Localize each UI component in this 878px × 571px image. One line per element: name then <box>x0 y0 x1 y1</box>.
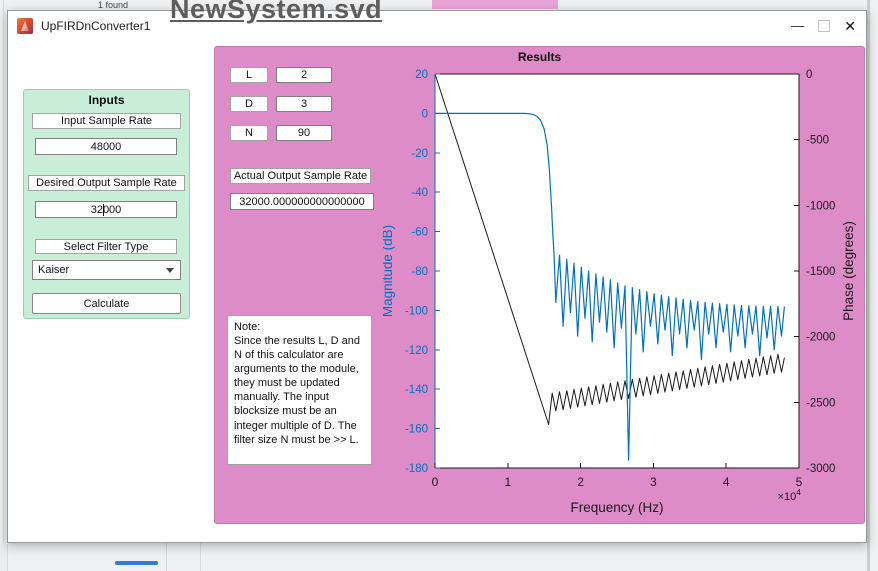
x-axis-exponent: ×104 <box>778 487 802 503</box>
param-L-value[interactable]: 2 <box>276 67 332 83</box>
svg-text:-180: -180 <box>405 463 428 475</box>
svg-text:-1500: -1500 <box>806 266 835 278</box>
svg-text:1: 1 <box>504 475 511 489</box>
left-axis-label: Magnitude (dB) <box>383 225 395 317</box>
svg-text:-100: -100 <box>405 305 428 317</box>
svg-text:-160: -160 <box>405 424 428 436</box>
output-sample-rate-value: 32000 <box>91 204 122 216</box>
filter-type-label: Select Filter Type <box>35 239 177 254</box>
window-controls: — ✕ <box>791 11 856 41</box>
actual-output-rate-label: Actual Output Sample Rate <box>230 168 371 184</box>
svg-text:-1000: -1000 <box>806 200 835 212</box>
svg-text:2: 2 <box>577 475 584 489</box>
inputs-panel: Inputs Input Sample Rate 48000 Desired O… <box>23 89 190 319</box>
window-title: UpFIRDnConverter1 <box>41 11 150 41</box>
output-sample-rate-field[interactable]: 32000 <box>35 201 177 218</box>
window-titlebar[interactable]: UpFIRDnConverter1 — ✕ <box>8 11 866 41</box>
minimize-button[interactable]: — <box>791 11 804 41</box>
chart-svg: 200-20-40-60-80-100-120-140-160-1800-500… <box>383 60 863 522</box>
output-sample-rate-label: Desired Output Sample Rate <box>28 175 185 191</box>
maximize-button[interactable] <box>818 20 830 32</box>
filter-type-selected: Kaiser <box>38 261 69 279</box>
svg-text:-2500: -2500 <box>806 397 835 409</box>
svg-text:3: 3 <box>650 475 657 489</box>
background-grid-line <box>166 541 167 571</box>
background-corner <box>0 544 8 571</box>
inputs-panel-title: Inputs <box>24 93 189 107</box>
chevron-down-icon <box>166 268 174 273</box>
background-found-text: 1 found <box>98 0 128 10</box>
svg-text:-140: -140 <box>405 384 428 396</box>
svg-text:-80: -80 <box>411 266 428 278</box>
app-window: UpFIRDnConverter1 — ✕ Inputs Input Sampl… <box>7 10 867 543</box>
filter-type-dropdown[interactable]: Kaiser <box>32 260 181 280</box>
svg-text:20: 20 <box>415 69 428 81</box>
actual-output-rate-field[interactable]: 32000.000000000000000 <box>230 193 374 210</box>
input-sample-rate-field[interactable]: 48000 <box>35 138 177 155</box>
param-D-label: D <box>230 96 268 112</box>
background-scrollbar <box>867 0 870 571</box>
param-N-value[interactable]: 90 <box>276 125 332 141</box>
background-tab-indicator <box>115 561 158 565</box>
input-sample-rate-label: Input Sample Rate <box>32 113 181 129</box>
svg-text:-120: -120 <box>405 345 428 357</box>
param-N-label: N <box>230 125 268 141</box>
x-axis-label: Frequency (Hz) <box>570 500 663 515</box>
svg-text:0: 0 <box>422 108 428 120</box>
svg-text:-40: -40 <box>411 187 428 199</box>
svg-text:0: 0 <box>806 69 812 81</box>
svg-text:-3000: -3000 <box>806 463 835 475</box>
svg-text:0: 0 <box>432 475 439 489</box>
note-text: Note: Since the results L, D and N of th… <box>227 315 372 465</box>
svg-text:-20: -20 <box>411 148 428 160</box>
svg-text:-2000: -2000 <box>806 332 835 344</box>
background-grid-line <box>200 541 201 571</box>
app-icon <box>17 18 33 34</box>
text-cursor <box>103 204 104 216</box>
background-window-edge <box>3 0 4 571</box>
svg-text:4: 4 <box>723 475 730 489</box>
calculate-button[interactable]: Calculate <box>32 293 181 314</box>
close-button[interactable]: ✕ <box>844 11 856 41</box>
background-document-title: NewSystem.svd <box>170 0 382 25</box>
svg-text:-500: -500 <box>806 135 829 147</box>
param-L-label: L <box>230 67 268 83</box>
param-D-value[interactable]: 3 <box>276 96 332 112</box>
frequency-response-chart: 200-20-40-60-80-100-120-140-160-1800-500… <box>383 60 863 522</box>
results-panel: Results L 2 D 3 N 90 Actual Output Sampl… <box>214 46 865 524</box>
background-pink-strip <box>432 0 558 9</box>
svg-text:-60: -60 <box>411 227 428 239</box>
right-axis-label: Phase (degrees) <box>841 221 856 321</box>
